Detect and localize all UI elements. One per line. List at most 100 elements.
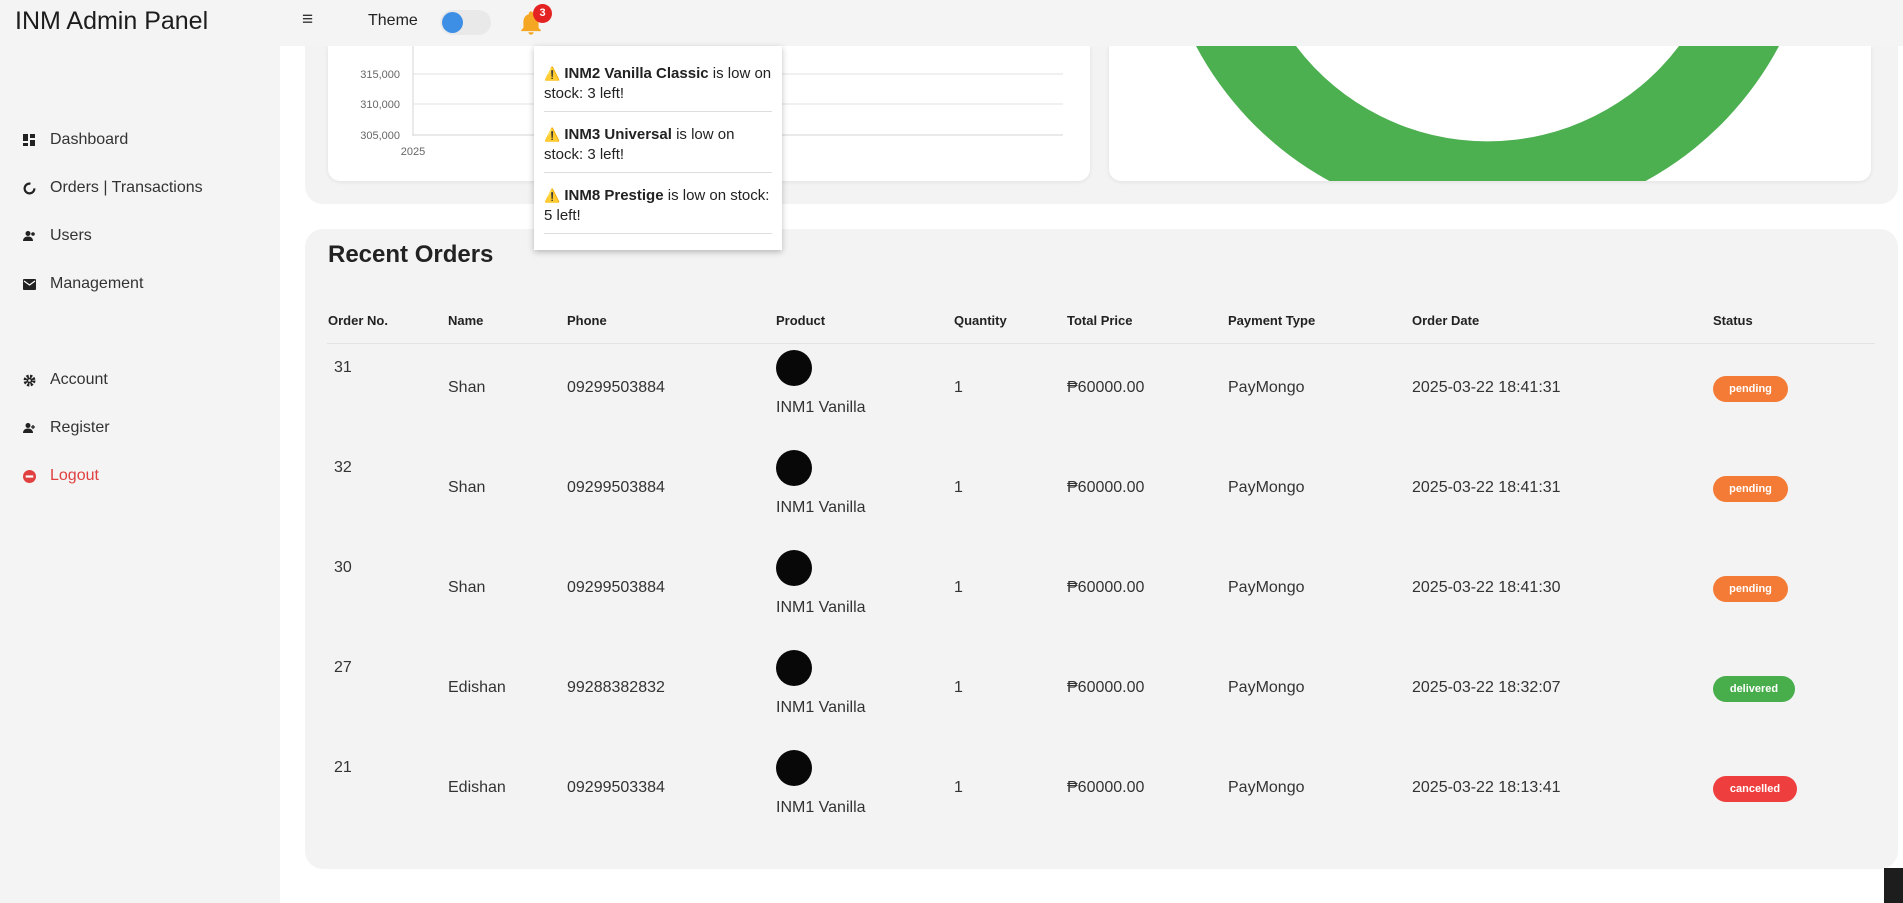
notification-badge: 3 [533,4,552,23]
sidebar-item-label: Register [50,419,110,436]
sidebar-item-label: Dashboard [50,131,129,148]
gear-icon [22,373,36,387]
top-bar: INM Admin Panel ≡ Theme 3 [0,0,1903,46]
table-row[interactable]: 30 Shan 09299503884 INM1 Vanilla 1 ₱6000… [305,550,1898,659]
column-header: Total Price [1067,313,1133,328]
column-header: Order Date [1412,313,1480,328]
warning-icon: ⚠️ [544,66,561,81]
notification-product: INM2 Vanilla Classic [564,65,709,82]
total-price: ₱60000.00 [1067,779,1145,796]
status-badge: cancelled [1713,776,1797,802]
product-image [776,450,812,486]
order-no: 31 [334,359,352,376]
phone: 09299503884 [567,579,665,596]
quantity: 1 [954,779,963,796]
sidebar-item-label: Orders | Transactions [50,179,203,196]
hamburger-icon[interactable]: ≡ [302,9,313,31]
payment-type: PayMongo [1228,379,1305,396]
column-header: Order No. [328,313,388,328]
table-row[interactable]: 21 Edishan 09299503384 INM1 Vanilla 1 ₱6… [305,750,1898,859]
table-row[interactable]: 31 Shan 09299503884 INM1 Vanilla 1 ₱6000… [305,350,1898,459]
notification-product: INM3 Universal [564,126,672,143]
corner-widget[interactable] [1884,868,1903,903]
users-icon [22,229,36,243]
header-divider [327,343,1875,344]
product-name: INM1 Vanilla [776,499,866,516]
total-price: ₱60000.00 [1067,679,1145,696]
y-tick-label: 305,000 [360,130,400,142]
phone: 09299503884 [567,379,665,396]
notification-dropdown: ⚠️ INM2 Vanilla Classic is low on stock:… [534,46,782,250]
quantity: 1 [954,479,963,496]
notification-item[interactable]: ⚠️ INM3 Universal is low on stock: 3 lef… [544,125,772,173]
order-no: 32 [334,459,352,476]
product-name: INM1 Vanilla [776,399,866,416]
payment-type: PayMongo [1228,779,1305,796]
theme-label: Theme [368,12,418,29]
customer-name: Edishan [448,679,506,696]
customer-name: Shan [448,379,486,396]
notification-product: INM8 Prestige [564,187,664,204]
order-date: 2025-03-22 18:41:30 [1412,579,1561,596]
sidebar-item-label: Management [50,275,144,292]
column-header: Name [448,313,484,328]
column-header: Payment Type [1228,313,1316,328]
total-price: ₱60000.00 [1067,579,1145,596]
quantity: 1 [954,679,963,696]
donut-chart-card [1109,46,1871,181]
customer-name: Shan [448,579,486,596]
warning-icon: ⚠️ [544,127,561,142]
table-row[interactable]: 27 Edishan 99288382832 INM1 Vanilla 1 ₱6… [305,650,1898,759]
product-name: INM1 Vanilla [776,799,866,816]
column-header: Product [776,313,826,328]
donut-slice [1196,46,1779,181]
payment-type: PayMongo [1228,579,1305,596]
order-no: 30 [334,559,352,576]
order-date: 2025-03-22 18:41:31 [1412,479,1561,496]
payment-type: PayMongo [1228,479,1305,496]
status-badge: pending [1713,476,1788,502]
x-tick-label: 2025 [401,146,425,158]
sidebar-item-account[interactable]: Account [22,371,108,389]
customer-name: Edishan [448,779,506,796]
phone: 99288382832 [567,679,665,696]
notification-item[interactable]: ⚠️ INM8 Prestige is low on stock: 5 left… [544,186,772,234]
sidebar-item-dashboard[interactable]: Dashboard [22,131,128,149]
table-row[interactable]: 32 Shan 09299503884 INM1 Vanilla 1 ₱6000… [305,450,1898,559]
y-tick-label: 310,000 [360,99,400,111]
mail-icon [22,277,36,291]
orders-icon [22,181,36,195]
theme-toggle-knob [442,12,463,33]
quantity: 1 [954,579,963,596]
order-no: 27 [334,659,352,676]
sidebar-item-register[interactable]: Register [22,419,110,437]
product-name: INM1 Vanilla [776,599,866,616]
phone: 09299503884 [567,479,665,496]
user-plus-icon [22,421,36,435]
status-badge: pending [1713,576,1788,602]
product-image [776,550,812,586]
sidebar-item-logout[interactable]: Logout [22,467,99,485]
status-badge: delivered [1713,676,1795,702]
dashboard-icon [22,133,36,147]
column-header: Status [1713,313,1753,328]
logout-icon [22,469,36,483]
order-no: 21 [334,759,352,776]
sidebar: Dashboard Orders | Transactions Users Ma… [0,46,280,903]
section-title: Recent Orders [328,241,494,268]
sidebar-item-orders[interactable]: Orders | Transactions [22,179,203,197]
sidebar-item-users[interactable]: Users [22,227,92,245]
theme-toggle[interactable] [440,10,491,35]
column-header: Quantity [954,313,1007,328]
sidebar-item-management[interactable]: Management [22,275,143,293]
recent-orders-card: Recent Orders Order No. Name Phone Produ… [305,229,1898,869]
order-date: 2025-03-22 18:32:07 [1412,679,1561,696]
status-badge: pending [1713,376,1788,402]
product-image [776,750,812,786]
order-date: 2025-03-22 18:13:41 [1412,779,1561,796]
app-title: INM Admin Panel [15,7,209,35]
sidebar-item-label: Users [50,227,92,244]
product-image [776,650,812,686]
notification-item[interactable]: ⚠️ INM2 Vanilla Classic is low on stock:… [544,64,772,112]
phone: 09299503384 [567,779,665,796]
